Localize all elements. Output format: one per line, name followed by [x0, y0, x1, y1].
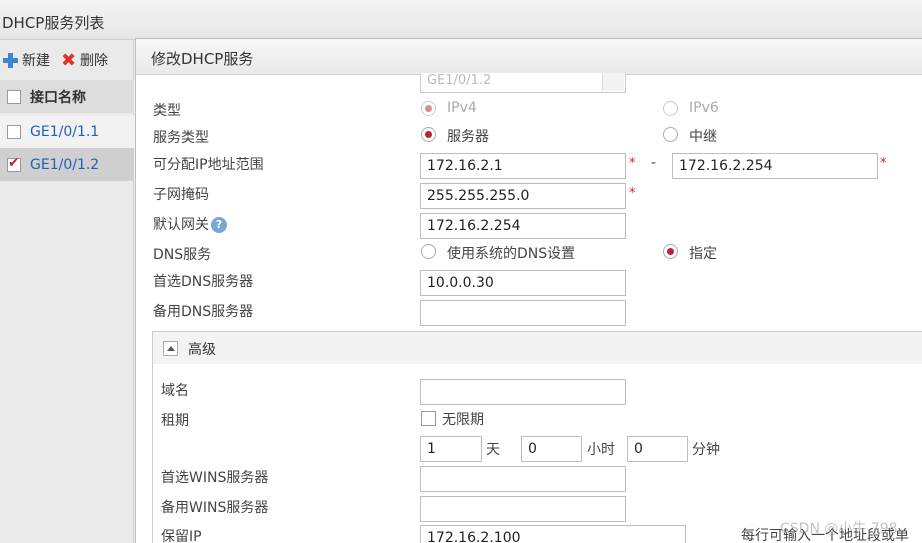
delete-button-label: 删除	[80, 53, 108, 69]
lease-hours-input[interactable]: 0	[521, 436, 582, 462]
hours-unit: 小时	[587, 442, 615, 458]
primary-wins-input[interactable]	[420, 466, 626, 492]
backup-dns-label: 备用DNS服务器	[153, 304, 254, 320]
subnet-mask-label: 子网掩码	[153, 187, 209, 203]
delete-button[interactable]: ✖ 删除	[60, 50, 108, 70]
radio-relay-label: 中继	[689, 129, 717, 145]
radio-ipv6	[663, 101, 678, 116]
interface-link[interactable]: GE1/0/1.1	[30, 124, 99, 140]
dialog-header: 修改DHCP服务	[136, 39, 922, 75]
advanced-title: 高级	[188, 342, 216, 358]
page-title: DHCP服务列表	[2, 14, 105, 32]
reserved-ip-label: 保留IP	[161, 529, 202, 543]
reserved-ip-textarea[interactable]: 172.16.2.100	[420, 525, 686, 543]
new-button-label: 新建	[22, 53, 50, 69]
list-item[interactable]: GE1/0/1.1	[0, 115, 134, 148]
chevron-down-icon[interactable]	[602, 73, 624, 91]
page-header: DHCP服务列表	[0, 0, 922, 40]
gateway-label: 默认网关?	[153, 214, 227, 234]
list-toolbar: 新建 ✖ 删除	[0, 40, 134, 78]
minutes-unit: 分钟	[692, 442, 720, 458]
radio-server[interactable]	[421, 127, 436, 142]
primary-dns-label: 首选DNS服务器	[153, 274, 254, 290]
row-checkbox[interactable]	[7, 124, 21, 139]
unlimited-checkbox[interactable]	[421, 411, 436, 426]
subnet-mask-input[interactable]: 255.255.255.0	[420, 183, 626, 209]
help-icon[interactable]: ?	[211, 217, 227, 233]
backup-wins-label: 备用WINS服务器	[161, 500, 269, 516]
new-button[interactable]: 新建	[2, 50, 50, 70]
lease-days-input[interactable]: 1	[420, 436, 482, 462]
backup-wins-input[interactable]	[420, 496, 626, 522]
lease-minutes-input[interactable]: 0	[627, 436, 688, 462]
unlimited-label: 无限期	[442, 412, 484, 428]
delete-icon: ✖	[60, 49, 77, 71]
domain-label: 域名	[161, 383, 189, 399]
interface-select[interactable]: GE1/0/1.2	[420, 73, 626, 93]
service-type-label: 服务类型	[153, 130, 209, 146]
service-list-panel: 新建 ✖ 删除 接口名称 GE1/0/1.1 GE1/0/1.2	[0, 40, 134, 543]
ip-range-start-input[interactable]: 172.16.2.1	[420, 153, 626, 179]
required-mark: *	[629, 156, 636, 171]
required-mark: *	[880, 156, 887, 171]
backup-dns-input[interactable]	[420, 300, 626, 326]
dns-service-label: DNS服务	[153, 247, 212, 263]
range-separator: -	[651, 155, 657, 171]
plus-icon	[2, 52, 19, 69]
edit-dhcp-dialog: 修改DHCP服务 GE1/0/1.2 类型 IPv4 IPv6 服务类型 服务器…	[135, 38, 922, 543]
advanced-header[interactable]: 高级	[153, 332, 922, 364]
radio-relay[interactable]	[663, 127, 678, 142]
watermark: CSDN @小牛 798	[780, 521, 898, 537]
required-mark: *	[629, 186, 636, 201]
radio-specify-dns-label: 指定	[689, 246, 717, 262]
list-item[interactable]: GE1/0/1.2	[0, 148, 134, 181]
radio-server-label: 服务器	[447, 129, 489, 145]
collapse-icon[interactable]	[163, 341, 178, 356]
select-all-checkbox[interactable]	[7, 89, 21, 104]
column-header-interface: 接口名称	[30, 89, 86, 106]
gateway-label-text: 默认网关	[153, 217, 209, 233]
interface-link[interactable]: GE1/0/1.2	[30, 157, 99, 173]
dialog-title: 修改DHCP服务	[151, 50, 254, 68]
radio-ipv6-label: IPv6	[689, 100, 719, 116]
radio-system-dns-label: 使用系统的DNS设置	[447, 246, 576, 262]
row-checkbox[interactable]	[7, 155, 21, 172]
list-header: 接口名称	[0, 80, 134, 113]
gateway-input[interactable]: 172.16.2.254	[420, 213, 626, 239]
radio-system-dns[interactable]	[421, 244, 436, 259]
domain-input[interactable]	[420, 379, 626, 405]
radio-ipv4-label: IPv4	[447, 100, 477, 116]
primary-wins-label: 首选WINS服务器	[161, 470, 269, 486]
primary-dns-input[interactable]: 10.0.0.30	[420, 270, 626, 296]
radio-specify-dns[interactable]	[663, 244, 678, 259]
lease-label: 租期	[161, 413, 189, 429]
ip-range-end-input[interactable]: 172.16.2.254	[672, 153, 878, 179]
radio-ipv4	[421, 101, 436, 116]
days-unit: 天	[486, 442, 500, 458]
type-label: 类型	[153, 103, 181, 119]
ip-range-label: 可分配IP地址范围	[153, 157, 264, 173]
advanced-section: 高级 域名 租期 无限期 1 天 0 小时 0 分钟 首选WINS服务器 备用W…	[152, 331, 922, 543]
